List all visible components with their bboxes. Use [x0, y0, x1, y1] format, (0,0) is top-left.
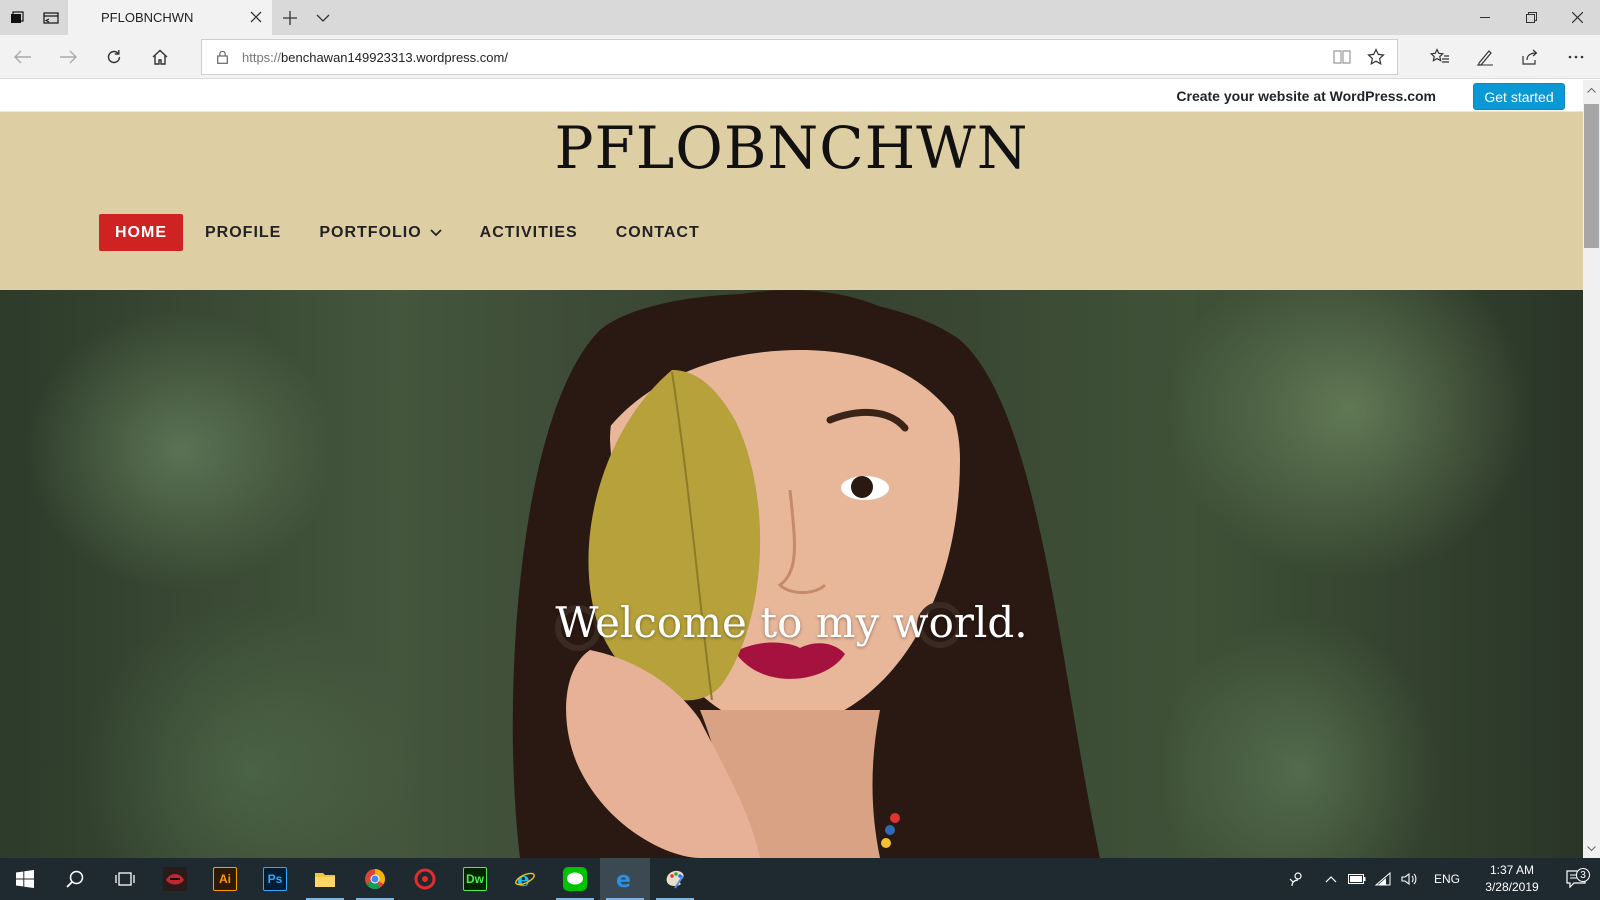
page-scrollbar[interactable]	[1583, 80, 1600, 858]
search-icon[interactable]	[50, 858, 100, 900]
site-header: PFLOBNCHWN HOME PROFILE PORTFOLIO ACTIVI…	[0, 112, 1583, 290]
lock-icon[interactable]	[202, 50, 242, 64]
minimize-button[interactable]	[1462, 0, 1508, 35]
browser-tab-strip: PFLOBNCHWN	[0, 0, 1600, 35]
tab-title: PFLOBNCHWN	[101, 10, 194, 25]
close-window-button[interactable]	[1554, 0, 1600, 35]
nav-item-home[interactable]: HOME	[99, 214, 183, 251]
more-menu-icon[interactable]	[1562, 43, 1590, 71]
back-arrow-icon[interactable]	[9, 43, 37, 71]
browser-toolbar: https://benchawan149923313.wordpress.com…	[0, 35, 1600, 79]
line-app-icon[interactable]	[550, 858, 600, 900]
people-icon[interactable]	[1284, 858, 1310, 900]
tabs-aside-icon[interactable]	[34, 0, 68, 35]
tab-close-icon[interactable]	[248, 9, 264, 25]
share-icon[interactable]	[1516, 43, 1544, 71]
nav-item-profile[interactable]: PROFILE	[189, 214, 297, 251]
action-center-notification-icon[interactable]: 3	[1552, 868, 1600, 888]
dreamweaver-app-icon[interactable]: Dw	[450, 858, 500, 900]
address-bar[interactable]: https://benchawan149923313.wordpress.com…	[201, 39, 1398, 75]
new-tab-button[interactable]	[272, 0, 308, 35]
paint-app-icon[interactable]	[650, 858, 700, 900]
hero-banner: Welcome to my world.	[0, 290, 1583, 858]
game-app-icon[interactable]	[150, 858, 200, 900]
windows-taskbar: Ai Ps Dw e e ENG 1:37 AM 3/28/2019 3	[0, 858, 1600, 900]
photoshop-app-icon[interactable]: Ps	[250, 858, 300, 900]
main-navigation: HOME PROFILE PORTFOLIO ACTIVITIES CONTAC…	[99, 214, 722, 251]
battery-icon[interactable]	[1344, 858, 1370, 900]
reading-view-icon[interactable]	[1333, 49, 1351, 70]
svg-text:e: e	[517, 868, 530, 890]
start-windows-icon[interactable]	[0, 858, 50, 900]
page-viewport: Create your website at WordPress.com Get…	[0, 80, 1583, 858]
restore-button[interactable]	[1508, 0, 1554, 35]
clock-time: 1:37 AM	[1489, 863, 1535, 877]
input-language[interactable]: ENG	[1422, 872, 1472, 886]
nav-item-contact[interactable]: CONTACT	[600, 214, 716, 251]
hero-caption: Welcome to my world.	[555, 598, 1028, 647]
file-explorer-icon[interactable]	[300, 858, 350, 900]
scroll-up-arrow-icon[interactable]	[1583, 82, 1600, 98]
favorite-star-icon[interactable]	[1367, 48, 1385, 71]
chrome-app-icon[interactable]	[350, 858, 400, 900]
nav-item-activities[interactable]: ACTIVITIES	[464, 214, 594, 251]
internet-explorer-icon[interactable]: e	[500, 858, 550, 900]
tab-sets-icon[interactable]	[0, 0, 34, 35]
forward-arrow-icon[interactable]	[54, 43, 82, 71]
chevron-down-icon	[430, 228, 442, 237]
notification-count-badge: 3	[1576, 868, 1590, 882]
show-hidden-icons-chevron-icon[interactable]	[1318, 858, 1344, 900]
garena-app-icon[interactable]	[400, 858, 450, 900]
edge-app-icon[interactable]: e	[600, 858, 650, 900]
tab-list-chevron-icon[interactable]	[308, 0, 338, 35]
site-title[interactable]: PFLOBNCHWN	[0, 114, 1583, 182]
scrollbar-thumb[interactable]	[1584, 104, 1599, 248]
web-note-pen-icon[interactable]	[1471, 43, 1499, 71]
nav-item-portfolio[interactable]: PORTFOLIO	[303, 214, 457, 251]
illustrator-app-icon[interactable]: Ai	[200, 858, 250, 900]
scroll-down-arrow-icon[interactable]	[1583, 840, 1600, 856]
system-tray: ENG 1:37 AM 3/28/2019 3	[1284, 858, 1600, 900]
svg-text:e: e	[616, 868, 631, 890]
refresh-icon[interactable]	[100, 43, 128, 71]
wordpress-banner-link[interactable]: Create your website at WordPress.com	[1176, 88, 1436, 104]
task-view-icon[interactable]	[100, 858, 150, 900]
favorites-hub-icon[interactable]	[1426, 43, 1454, 71]
home-icon[interactable]	[146, 43, 174, 71]
nav-item-portfolio-label: PORTFOLIO	[319, 223, 422, 241]
wifi-icon[interactable]	[1370, 858, 1396, 900]
hero-portrait-image	[512, 290, 1100, 858]
tab-active[interactable]: PFLOBNCHWN	[68, 0, 272, 35]
wordpress-banner: Create your website at WordPress.com Get…	[0, 80, 1583, 112]
volume-icon[interactable]	[1396, 858, 1422, 900]
taskbar-clock[interactable]: 1:37 AM 3/28/2019	[1472, 862, 1552, 896]
url-text[interactable]: https://benchawan149923313.wordpress.com…	[242, 50, 508, 65]
clock-date: 3/28/2019	[1485, 880, 1539, 894]
get-started-button[interactable]: Get started	[1473, 83, 1565, 110]
